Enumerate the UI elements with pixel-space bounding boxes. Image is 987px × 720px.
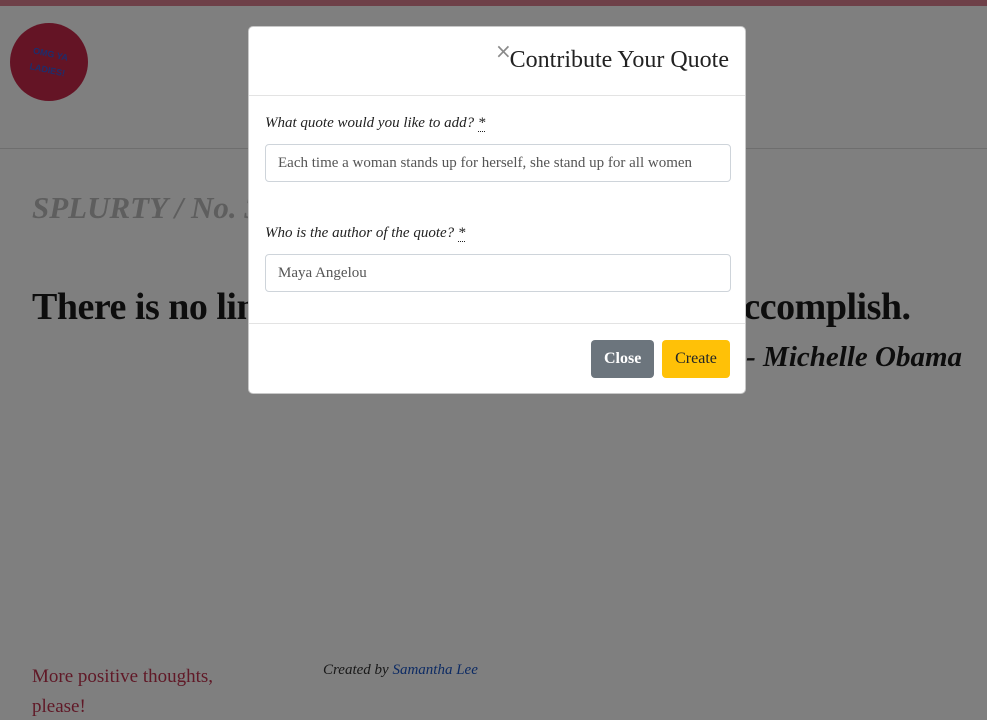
required-marker: * [457, 225, 466, 242]
quote-label-text: What quote would you like to add? [265, 115, 478, 131]
author-input[interactable] [265, 254, 731, 292]
contribute-quote-modal: × Contribute Your Quote What quote would… [248, 26, 746, 394]
modal-title: Contribute Your Quote [509, 47, 729, 73]
close-button[interactable]: Close [591, 340, 654, 378]
modal-header: × Contribute Your Quote [249, 27, 745, 96]
create-button[interactable]: Create [662, 340, 730, 378]
author-label-text: Who is the author of the quote? [265, 225, 458, 241]
modal-body: What quote would you like to add? * Who … [249, 96, 745, 324]
required-marker: * [477, 115, 486, 132]
author-field-label: Who is the author of the quote? * [265, 225, 466, 242]
quote-input[interactable] [265, 144, 731, 182]
modal-footer: Close Create [249, 324, 745, 394]
quote-field-label: What quote would you like to add? * [265, 115, 486, 132]
